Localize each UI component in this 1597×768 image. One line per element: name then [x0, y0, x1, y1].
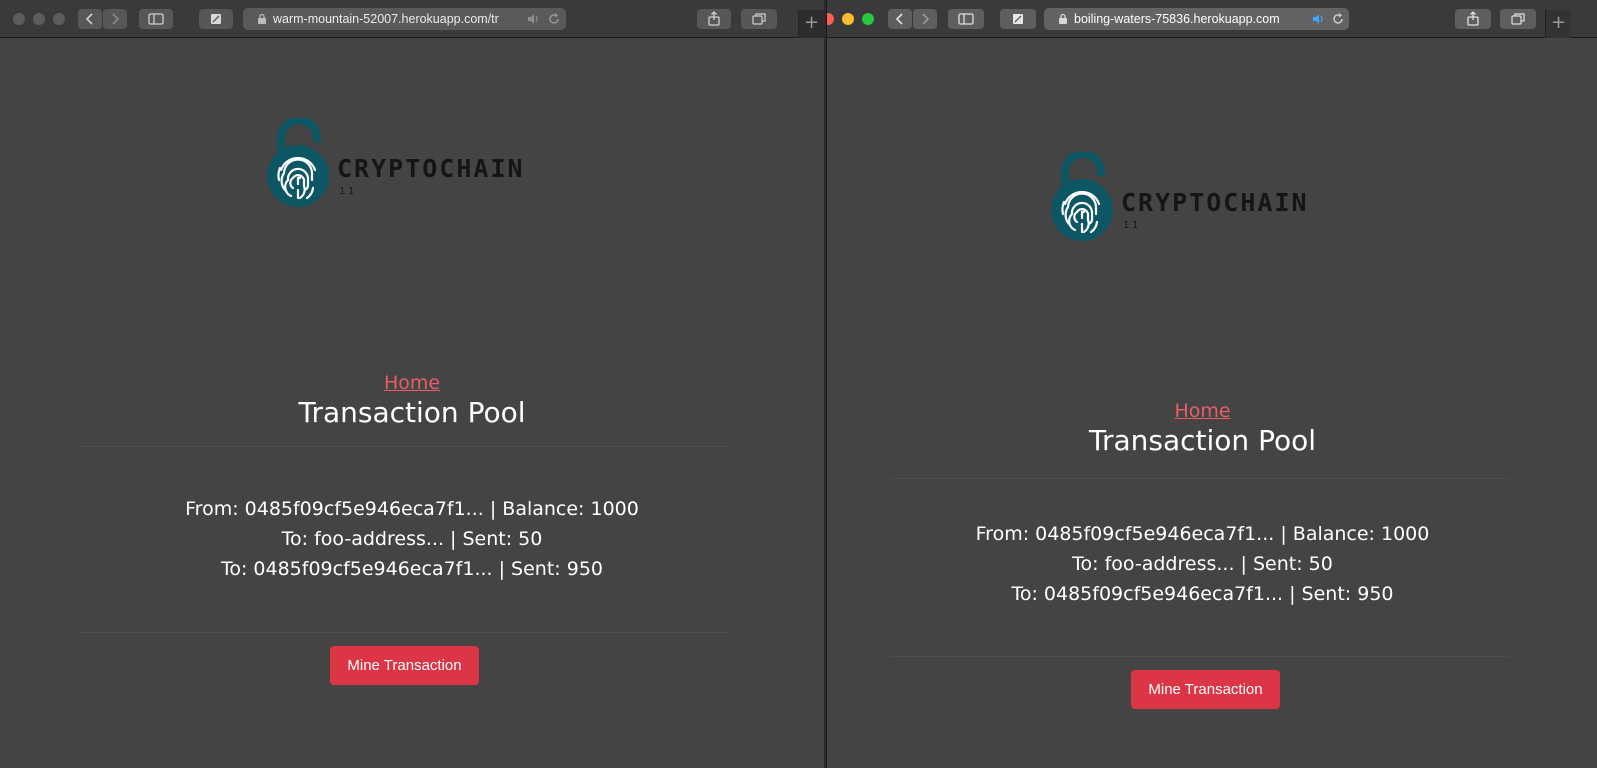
transaction-pool-page: Home Transaction Pool From: 0485f09cf5e9… [0, 0, 824, 768]
divider [80, 446, 730, 447]
transaction-output-line: To: 0485f09cf5e946eca7f1... | Sent: 950 [1011, 583, 1394, 605]
transaction-input-line: From: 0485f09cf5e946eca7f1... | Balance:… [975, 523, 1430, 545]
page-title: Transaction Pool [298, 396, 526, 429]
transaction-input-line: From: 0485f09cf5e946eca7f1... | Balance:… [185, 498, 639, 520]
transaction-output-line: To: 0485f09cf5e946eca7f1... | Sent: 950 [220, 558, 604, 580]
home-link[interactable]: Home [827, 400, 1596, 422]
divider [889, 478, 1509, 479]
browser-window-right: boiling-waters-75836.herokuapp.com + CRY… [826, 0, 1597, 768]
mine-transaction-button[interactable]: Mine Transaction [1131, 670, 1280, 709]
divider [889, 656, 1509, 657]
transaction-output-line: To: foo-address... | Sent: 50 [281, 528, 543, 550]
transaction-output-line: To: foo-address... | Sent: 50 [1072, 553, 1333, 575]
page-title: Transaction Pool [1088, 424, 1316, 457]
mine-transaction-button[interactable]: Mine Transaction [330, 646, 479, 685]
transaction-pool-page: Home Transaction Pool From: 0485f09cf5e9… [827, 0, 1596, 768]
browser-window-left: warm-mountain-52007.herokuapp.com/tr + C… [0, 0, 824, 768]
divider [80, 632, 730, 633]
home-link[interactable]: Home [0, 372, 824, 394]
